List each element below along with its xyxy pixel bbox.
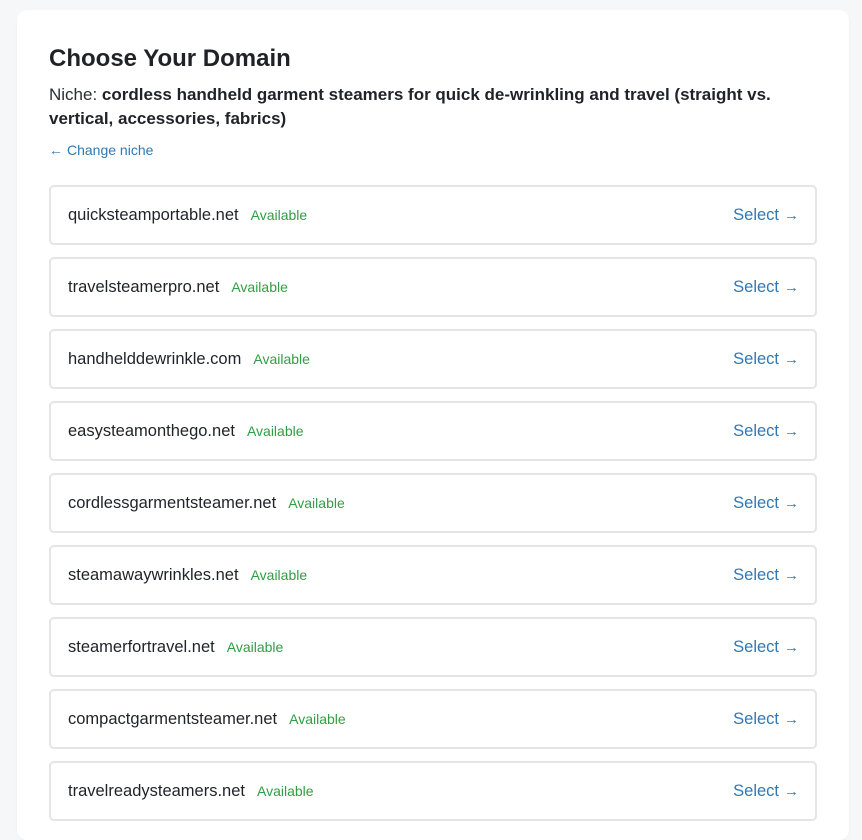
- select-label: Select: [733, 493, 779, 512]
- select-button[interactable]: Select →: [733, 422, 799, 441]
- arrow-right-icon: →: [784, 638, 799, 656]
- status-badge: Available: [289, 710, 346, 727]
- domain-row: steamawaywrinkles.net Available Select →: [49, 545, 817, 605]
- arrow-right-icon: →: [784, 782, 799, 800]
- arrow-right-icon: →: [784, 566, 799, 584]
- status-badge: Available: [231, 278, 288, 295]
- domain-row: cordlessgarmentsteamer.net Available Sel…: [49, 473, 817, 533]
- arrow-right-icon: →: [784, 494, 799, 512]
- select-label: Select: [733, 637, 779, 656]
- domain-name: easysteamonthego.net: [68, 421, 235, 440]
- select-button[interactable]: Select →: [733, 206, 799, 225]
- domain-row: quicksteamportable.net Available Select →: [49, 185, 817, 245]
- domain-name: cordlessgarmentsteamer.net: [68, 493, 277, 512]
- change-niche-label: Change niche: [67, 142, 154, 158]
- arrow-right-icon: →: [784, 710, 799, 728]
- niche-description: Niche: cordless handheld garment steamer…: [49, 83, 817, 131]
- domain-info: quicksteamportable.net Available: [68, 206, 307, 225]
- domain-name: quicksteamportable.net: [68, 205, 239, 224]
- select-button[interactable]: Select →: [733, 638, 799, 657]
- select-label: Select: [733, 349, 779, 368]
- select-button[interactable]: Select →: [733, 710, 799, 729]
- select-button[interactable]: Select →: [733, 494, 799, 513]
- select-label: Select: [733, 565, 779, 584]
- select-label: Select: [733, 421, 779, 440]
- domain-row: handhelddewrinkle.com Available Select →: [49, 329, 817, 389]
- arrow-right-icon: →: [784, 350, 799, 368]
- domain-card: Choose Your Domain Niche: cordless handh…: [17, 10, 849, 840]
- arrow-left-icon: ←: [49, 142, 63, 158]
- status-badge: Available: [246, 422, 304, 439]
- domain-name: compactgarmentsteamer.net: [68, 709, 278, 728]
- domain-info: compactgarmentsteamer.net Available: [68, 710, 346, 729]
- status-badge: Available: [257, 782, 314, 799]
- domain-name: steamerfortravel.net: [68, 637, 215, 656]
- domain-row: travelsteamerpro.net Available Select →: [49, 257, 817, 317]
- arrow-right-icon: →: [784, 422, 799, 440]
- domain-info: steamawaywrinkles.net Available: [68, 566, 307, 585]
- status-badge: Available: [250, 206, 308, 223]
- domain-info: travelsteamerpro.net Available: [68, 278, 288, 297]
- select-button[interactable]: Select →: [733, 350, 799, 369]
- page-title: Choose Your Domain: [49, 45, 291, 72]
- select-label: Select: [733, 205, 779, 224]
- domain-row: compactgarmentsteamer.net Available Sele…: [49, 689, 817, 749]
- select-button[interactable]: Select →: [733, 566, 799, 585]
- change-niche-link[interactable]: ← Change niche: [49, 142, 153, 158]
- domain-info: handhelddewrinkle.com Available: [68, 350, 310, 369]
- domain-info: travelreadysteamers.net Available: [68, 782, 314, 801]
- domain-row: easysteamonthego.net Available Select →: [49, 401, 817, 461]
- status-badge: Available: [226, 638, 284, 655]
- domain-name: travelreadysteamers.net: [68, 781, 245, 800]
- domain-row: steamerfortravel.net Available Select →: [49, 617, 817, 677]
- domain-info: easysteamonthego.net Available: [68, 422, 304, 441]
- arrow-right-icon: →: [784, 278, 799, 296]
- domain-name: handhelddewrinkle.com: [68, 349, 242, 368]
- status-badge: Available: [288, 494, 345, 511]
- status-badge: Available: [250, 566, 308, 583]
- domain-row: travelreadysteamers.net Available Select…: [49, 761, 817, 821]
- select-button[interactable]: Select →: [733, 278, 799, 297]
- status-badge: Available: [253, 350, 310, 367]
- select-label: Select: [733, 709, 779, 728]
- domain-list: quicksteamportable.net Available Select →…: [49, 185, 817, 833]
- domain-name: steamawaywrinkles.net: [68, 565, 239, 584]
- niche-label: Niche:: [49, 85, 98, 104]
- domain-info: cordlessgarmentsteamer.net Available: [68, 494, 345, 513]
- select-label: Select: [733, 781, 779, 800]
- domain-info: steamerfortravel.net Available: [68, 638, 283, 657]
- arrow-right-icon: →: [784, 206, 799, 224]
- select-label: Select: [733, 277, 779, 296]
- domain-name: travelsteamerpro.net: [68, 277, 220, 296]
- niche-value: cordless handheld garment steamers for q…: [49, 85, 771, 128]
- select-button[interactable]: Select →: [733, 782, 799, 801]
